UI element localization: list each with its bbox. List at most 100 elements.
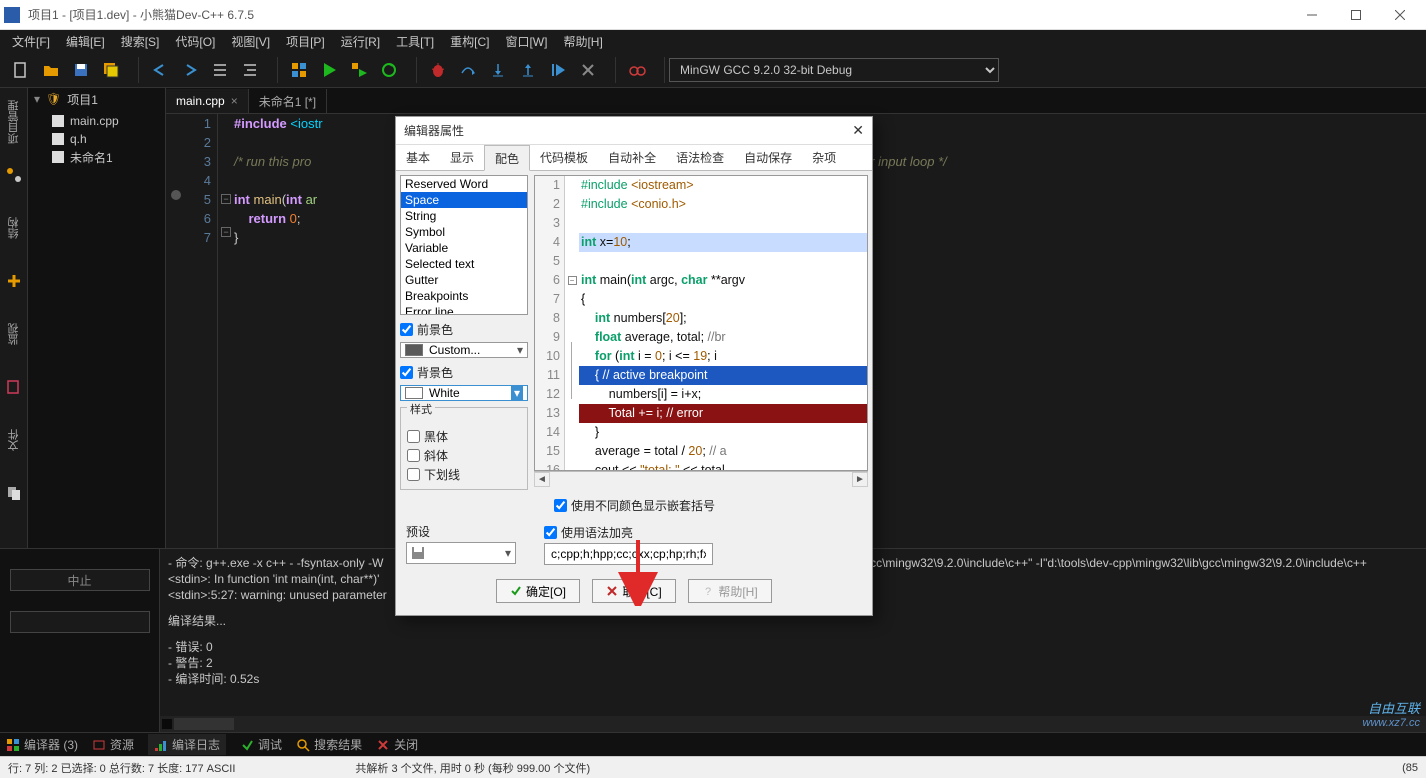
step-into-button[interactable] <box>484 56 512 84</box>
sidebar-icon-watch[interactable] <box>2 266 26 296</box>
tree-item[interactable]: 未命名1 <box>28 148 165 166</box>
continue-button[interactable] <box>544 56 572 84</box>
file-icon <box>52 115 64 127</box>
folder-icon: 🛡 <box>46 92 61 106</box>
menu-tools[interactable]: 工具[T] <box>388 31 442 52</box>
menu-project[interactable]: 项目[P] <box>278 31 333 52</box>
editor-tab-main[interactable]: main.cpp× <box>166 89 249 113</box>
style-italic-checkbox[interactable]: 斜体 <box>407 447 521 464</box>
project-root[interactable]: ▾ 🛡 项目1 <box>28 88 165 110</box>
step-out-button[interactable] <box>514 56 542 84</box>
run-button[interactable] <box>315 56 343 84</box>
dlg-tab-template[interactable]: 代码模板 <box>530 145 598 170</box>
menubar: 文件[F] 编辑[E] 搜索[S] 代码[O] 视图[V] 项目[P] 运行[R… <box>0 30 1426 52</box>
menu-file[interactable]: 文件[F] <box>4 31 58 52</box>
indent-left-button[interactable] <box>206 56 234 84</box>
sidebar-icon-structure[interactable] <box>2 160 26 190</box>
foreground-color-combo[interactable]: Custom... ▾ <box>400 342 528 358</box>
tree-item[interactable]: q.h <box>28 130 165 148</box>
stop-button[interactable]: 中止 <box>10 569 150 591</box>
chevron-down-icon: ▾ <box>505 546 511 560</box>
syntax-highlight-checkbox[interactable]: 使用语法加亮 <box>544 524 862 541</box>
style-group: 样式 黑体 斜体 下划线 <box>400 407 528 490</box>
style-underline-checkbox[interactable]: 下划线 <box>407 466 521 483</box>
minimize-button[interactable] <box>1290 0 1334 30</box>
panel-tab-debug[interactable]: 调试 <box>240 736 282 753</box>
step-over-button[interactable] <box>454 56 482 84</box>
compiler-select[interactable]: MinGW GCC 9.2.0 32-bit Debug <box>669 58 999 82</box>
rebuild-button[interactable] <box>375 56 403 84</box>
sidebar-tab-project[interactable]: 项目管理 <box>2 90 26 154</box>
open-button[interactable] <box>37 56 65 84</box>
style-bold-checkbox[interactable]: 黑体 <box>407 428 521 445</box>
cancel-button[interactable]: 取消[C] <box>592 579 676 603</box>
color-swatch <box>405 344 423 356</box>
dlg-tab-basic[interactable]: 基本 <box>396 145 440 170</box>
sidebar-icon-copy[interactable] <box>2 478 26 508</box>
breakpoint-marker[interactable] <box>171 190 181 200</box>
compile-run-button[interactable] <box>345 56 373 84</box>
foreground-checkbox[interactable]: 前景色 <box>400 321 528 338</box>
tree-item[interactable]: main.cpp <box>28 112 165 130</box>
save-all-button[interactable] <box>97 56 125 84</box>
compile-button[interactable] <box>285 56 313 84</box>
background-checkbox[interactable]: 背景色 <box>400 364 528 381</box>
menu-code[interactable]: 代码[O] <box>167 31 223 52</box>
dlg-tab-syntax[interactable]: 语法检查 <box>666 145 734 170</box>
redo-button[interactable] <box>176 56 204 84</box>
dialog-close-button[interactable]: ✕ <box>852 122 864 139</box>
menu-view[interactable]: 视图[V] <box>223 31 278 52</box>
dlg-tab-autocomplete[interactable]: 自动补全 <box>598 145 666 170</box>
editor-tab-untitled[interactable]: 未命名1 [*] <box>249 89 327 113</box>
background-color-combo[interactable]: White ▾ <box>400 385 528 401</box>
dlg-tab-display[interactable]: 显示 <box>440 145 484 170</box>
color-swatch <box>405 387 423 399</box>
horizontal-scrollbar[interactable] <box>160 716 1426 732</box>
maximize-button[interactable] <box>1334 0 1378 30</box>
menu-search[interactable]: 搜索[S] <box>113 31 168 52</box>
status-parse: 共解析 3 个文件, 用时 0 秒 (每秒 999.00 个文件) <box>355 760 590 776</box>
fold-toggle[interactable]: − <box>221 227 231 237</box>
sidebar-tab-files[interactable]: 文件 <box>2 408 26 472</box>
fold-toggle[interactable]: − <box>221 194 231 204</box>
ok-button[interactable]: 确定[O] <box>496 579 580 603</box>
indent-right-button[interactable] <box>236 56 264 84</box>
syntax-extensions-input[interactable] <box>544 543 713 565</box>
dlg-tab-autosave[interactable]: 自动保存 <box>734 145 802 170</box>
help-button[interactable]: ?帮助[H] <box>688 579 772 603</box>
menu-run[interactable]: 运行[R] <box>333 31 388 52</box>
secondary-action-button[interactable] <box>10 611 150 633</box>
menu-edit[interactable]: 编辑[E] <box>58 31 113 52</box>
status-cursor: 行: 7 列: 2 已选择: 0 总行数: 7 长度: 177 ASCII <box>8 760 235 776</box>
close-button[interactable] <box>1378 0 1422 30</box>
dlg-tab-misc[interactable]: 杂项 <box>802 145 846 170</box>
menu-help[interactable]: 帮助[H] <box>555 31 610 52</box>
sidebar-tab-structure[interactable]: 结构 <box>2 196 26 260</box>
sidebar-icon-file[interactable] <box>2 372 26 402</box>
sidebar-tab-watch[interactable]: 监视 <box>2 302 26 366</box>
tab-close-icon[interactable]: × <box>231 94 238 108</box>
status-bar: 行: 7 列: 2 已选择: 0 总行数: 7 长度: 177 ASCII 共解… <box>0 756 1426 778</box>
nest-brackets-checkbox[interactable]: 使用不同颜色显示嵌套括号 <box>554 497 715 514</box>
undo-button[interactable] <box>146 56 174 84</box>
stop-debug-button[interactable] <box>574 56 602 84</box>
app-icon <box>4 7 20 23</box>
editor-properties-dialog: 编辑器属性 ✕ 基本 显示 配色 代码模板 自动补全 语法检查 自动保存 杂项 … <box>395 116 873 616</box>
new-file-button[interactable] <box>7 56 35 84</box>
project-name: 项目1 <box>67 91 98 108</box>
goggles-icon[interactable] <box>623 56 651 84</box>
dlg-tab-color[interactable]: 配色 <box>484 145 530 171</box>
fold-gutter: − − <box>218 114 234 548</box>
color-element-listbox[interactable]: Reserved Word Space String Symbol Variab… <box>400 175 528 315</box>
panel-tab-resource[interactable]: 资源 <box>92 736 134 753</box>
panel-tab-compiler[interactable]: 编译器 (3) <box>6 736 78 753</box>
menu-refactor[interactable]: 重构[C] <box>442 31 497 52</box>
menu-window[interactable]: 窗口[W] <box>497 31 555 52</box>
preview-hscroll[interactable]: ◄► <box>534 471 868 487</box>
debug-button[interactable] <box>424 56 452 84</box>
panel-tab-search[interactable]: 搜索结果 <box>296 736 362 753</box>
save-button[interactable] <box>67 56 95 84</box>
preset-label: 预设 <box>406 523 534 540</box>
panel-tab-close[interactable]: 关闭 <box>376 736 418 753</box>
preset-combo[interactable]: ▾ <box>406 542 516 564</box>
